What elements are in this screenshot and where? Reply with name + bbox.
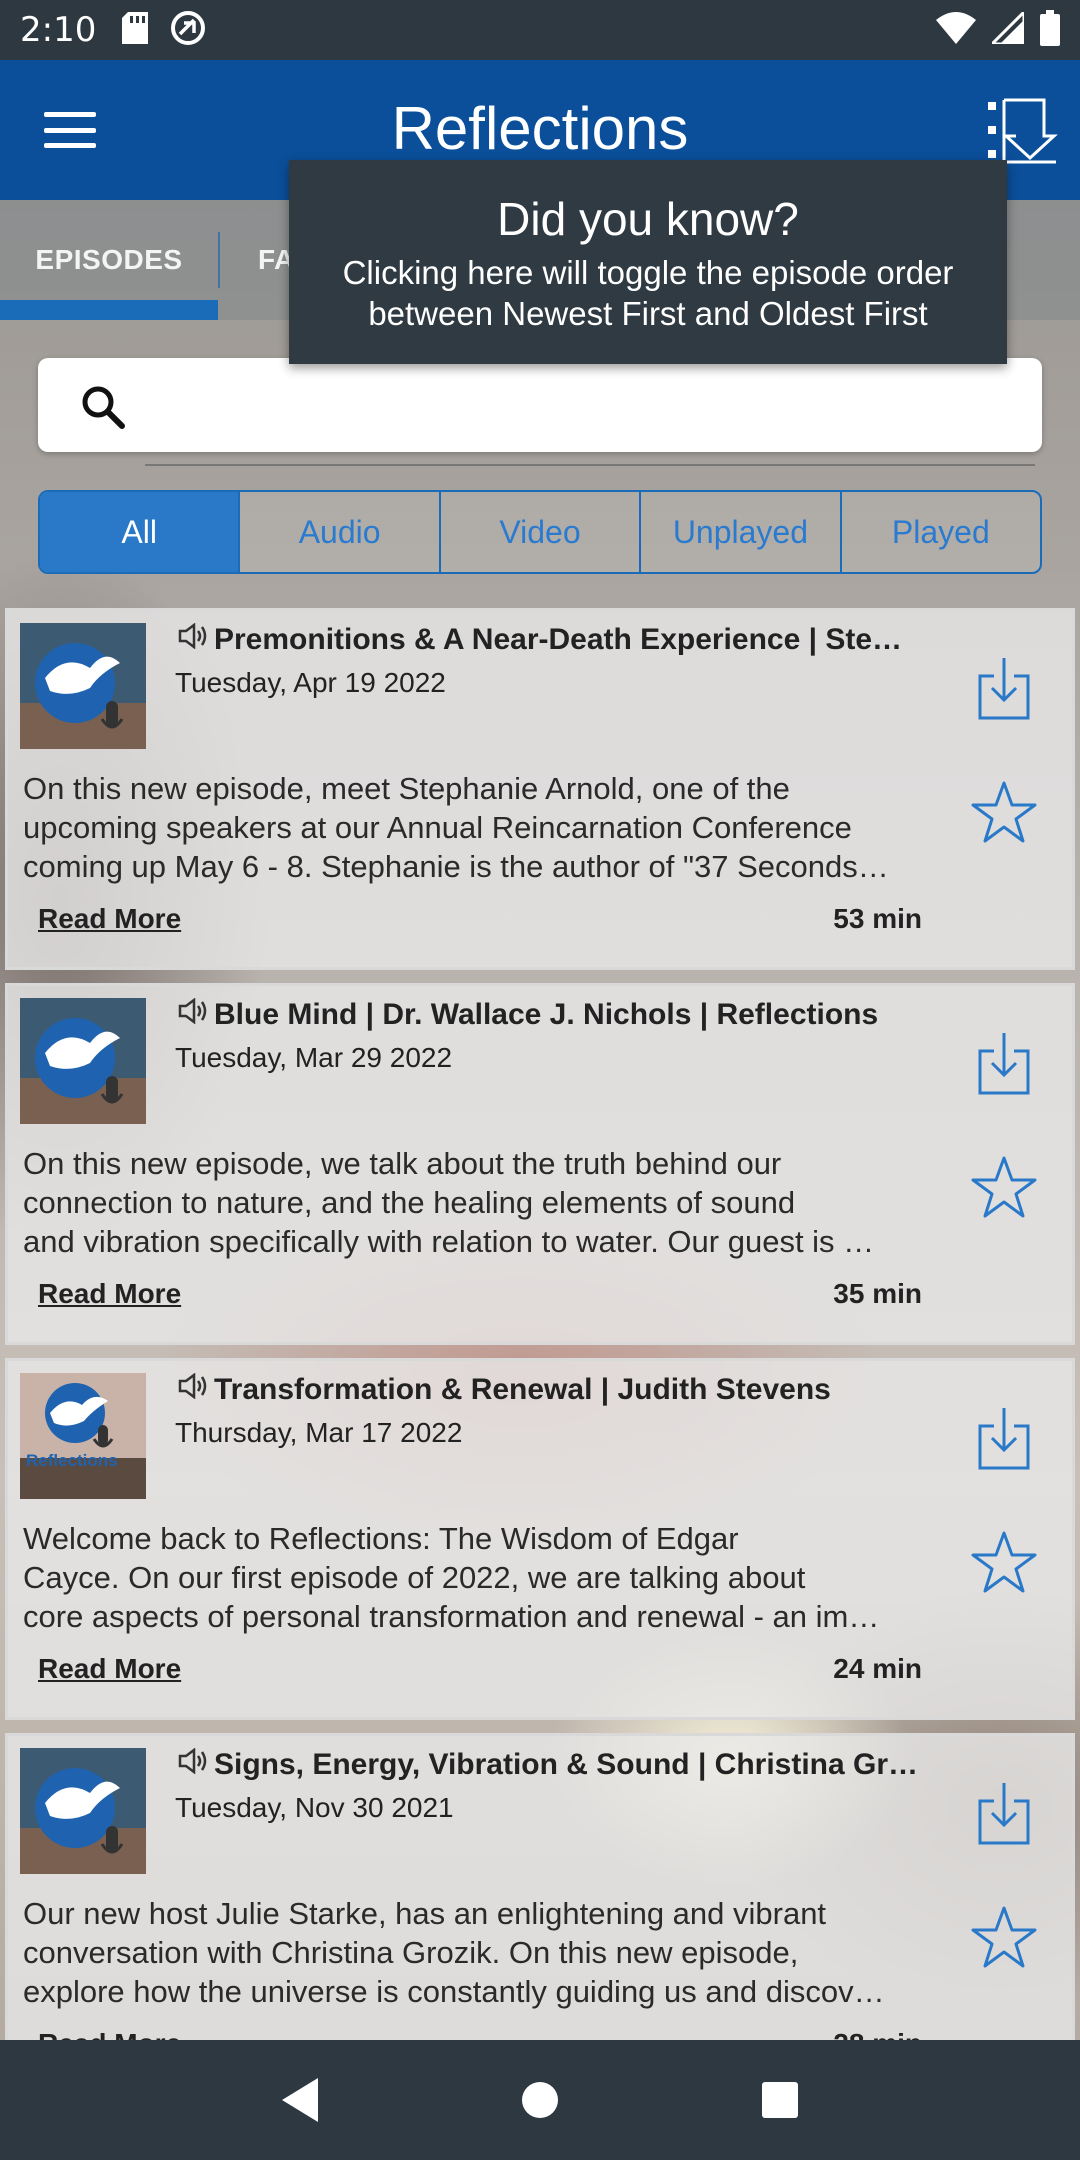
episode-thumbnail: [20, 1748, 146, 1874]
episode-card[interactable]: Reflections Transformation & Renewal | J…: [5, 1358, 1075, 1720]
episode-thumbnail: Reflections: [20, 1373, 146, 1499]
episode-title-text: Signs, Energy, Vibration & Sound | Chris…: [214, 1748, 919, 1781]
tab-divider: [218, 232, 220, 288]
episode-thumbnail: [20, 623, 146, 749]
episode-title-text: Premonitions & A Near-Death Experience |…: [214, 623, 903, 656]
search-box[interactable]: [38, 358, 1042, 452]
episode-date: Thursday, Mar 17 2022: [175, 1417, 463, 1448]
search-underline: [145, 464, 1035, 466]
signal-icon: [988, 7, 1026, 49]
system-nav-bar: [0, 2040, 1080, 2160]
episode-duration: 35 min: [833, 1278, 922, 1309]
sd-card-icon: [122, 11, 149, 49]
search-input[interactable]: [158, 376, 1018, 434]
description-line: explore how the universe is constantly g…: [23, 1974, 885, 2009]
episode-title-text: Blue Mind | Dr. Wallace J. Nichols | Ref…: [214, 998, 879, 1031]
filter-unplayed[interactable]: Unplayed: [641, 492, 842, 572]
status-bar: 2:10: [0, 0, 1080, 60]
episode-card[interactable]: Premonitions & A Near-Death Experience |…: [5, 608, 1075, 970]
description-line: Welcome back to Reflections: The Wisdom …: [23, 1521, 739, 1556]
tooltip-line: Clicking here will toggle the episode or…: [342, 254, 954, 291]
description-line: core aspects of personal transformation …: [23, 1599, 880, 1634]
speaker-icon: [178, 1748, 208, 1782]
episode-card[interactable]: Blue Mind | Dr. Wallace J. Nichols | Ref…: [5, 983, 1075, 1345]
sort-order-icon[interactable]: [986, 96, 1066, 166]
episode-thumbnail: [20, 998, 146, 1124]
read-more-link[interactable]: Read More: [38, 1653, 181, 1685]
description-line: upcoming speakers at our Annual Reincarn…: [23, 810, 852, 845]
tooltip-body: Clicking here will toggle the episode or…: [289, 252, 1007, 334]
filter-all[interactable]: All: [40, 492, 241, 572]
filter-video[interactable]: Video: [440, 492, 642, 572]
speaker-icon: [178, 998, 208, 1032]
episode-duration: 53 min: [833, 903, 922, 934]
episode-description: On this new episode, we talk about the t…: [23, 1144, 943, 1261]
episode-date: Tuesday, Mar 29 2022: [175, 1042, 453, 1073]
tooltip-did-you-know[interactable]: Did you know? Clicking here will toggle …: [289, 160, 1007, 364]
thumbnail-caption: Reflections: [26, 1451, 118, 1470]
speaker-icon: [178, 623, 208, 657]
filter-audio[interactable]: Audio: [240, 492, 441, 572]
episode-title-text: Transformation & Renewal | Judith Steven…: [214, 1373, 831, 1406]
download-icon[interactable]: [976, 1781, 1032, 1847]
read-more-link[interactable]: Read More: [38, 1278, 181, 1310]
description-line: Our new host Julie Starke, has an enligh…: [23, 1896, 827, 1931]
star-icon[interactable]: [970, 1529, 1038, 1595]
wifi-icon: [936, 11, 976, 49]
episode-duration: 24 min: [833, 1653, 922, 1684]
speaker-icon: [178, 1373, 208, 1407]
search-icon: [78, 382, 128, 432]
description-line: and vibration specifically with relation…: [23, 1224, 875, 1259]
recents-icon[interactable]: [750, 2070, 810, 2130]
download-icon[interactable]: [976, 1031, 1032, 1097]
description-line: On this new episode, meet Stephanie Arno…: [23, 771, 790, 806]
filter-segmented-control: All Audio Video Unplayed Played: [38, 490, 1042, 574]
episode-title[interactable]: Premonitions & A Near-Death Experience |…: [178, 623, 938, 657]
description-line: coming up May 6 - 8. Stephanie is the au…: [23, 849, 889, 884]
description-line: conversation with Christina Grozik. On t…: [23, 1935, 799, 1970]
episode-description: On this new episode, meet Stephanie Arno…: [23, 769, 943, 886]
description-line: Cayce. On our first episode of 2022, we …: [23, 1560, 806, 1595]
episode-title[interactable]: Blue Mind | Dr. Wallace J. Nichols | Ref…: [178, 998, 938, 1032]
episode-description: Our new host Julie Starke, has an enligh…: [23, 1894, 943, 2011]
tooltip-line: between Newest First and Oldest First: [368, 295, 928, 332]
episode-title[interactable]: Transformation & Renewal | Judith Steven…: [178, 1373, 938, 1407]
description-line: connection to nature, and the healing el…: [23, 1185, 796, 1220]
data-saver-icon: [170, 10, 206, 51]
episode-title[interactable]: Signs, Energy, Vibration & Sound | Chris…: [178, 1748, 938, 1782]
episode-date: Tuesday, Apr 19 2022: [175, 667, 446, 698]
filter-played[interactable]: Played: [841, 492, 1040, 572]
star-icon[interactable]: [970, 779, 1038, 845]
home-icon[interactable]: [510, 2070, 570, 2130]
tooltip-title: Did you know?: [497, 193, 799, 245]
episode-date: Tuesday, Nov 30 2021: [175, 1792, 454, 1823]
episode-description: Welcome back to Reflections: The Wisdom …: [23, 1519, 943, 1636]
download-icon[interactable]: [976, 1406, 1032, 1472]
back-icon[interactable]: [270, 2070, 330, 2130]
star-icon[interactable]: [970, 1904, 1038, 1970]
read-more-link[interactable]: Read More: [38, 903, 181, 935]
episode-list: Premonitions & A Near-Death Experience |…: [5, 608, 1075, 2108]
status-time: 2:10: [20, 10, 97, 50]
description-line: On this new episode, we talk about the t…: [23, 1146, 782, 1181]
tab-indicator: [0, 300, 218, 320]
download-icon[interactable]: [976, 656, 1032, 722]
star-icon[interactable]: [970, 1154, 1038, 1220]
page-title: Reflections: [391, 95, 689, 162]
battery-icon: [1040, 9, 1060, 51]
